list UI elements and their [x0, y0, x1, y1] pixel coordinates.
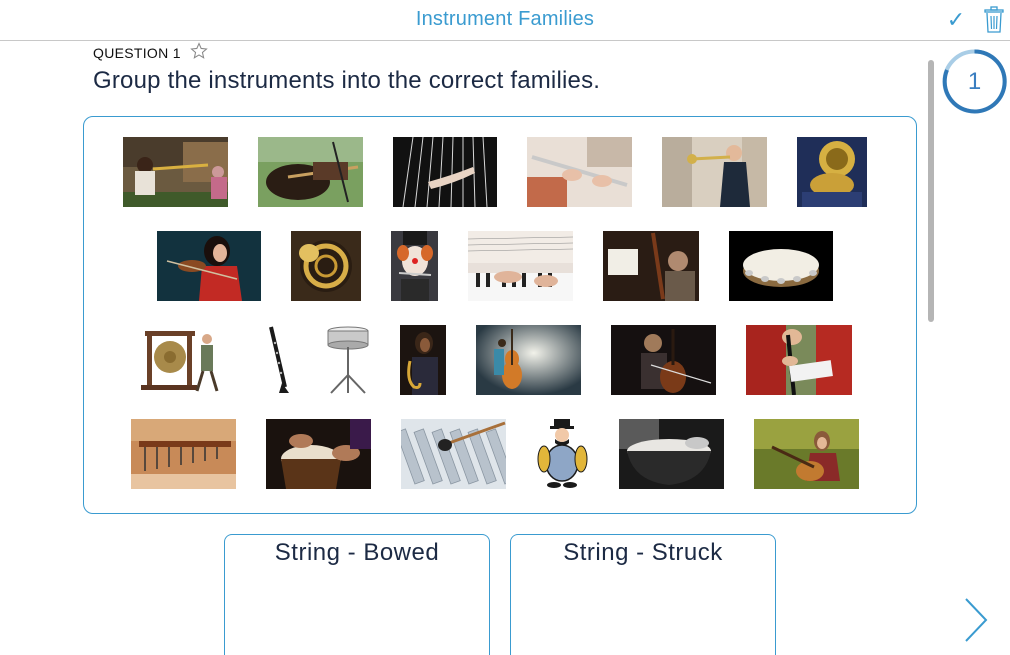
cello-photo[interactable]	[611, 325, 716, 395]
scrollbar[interactable]	[928, 60, 934, 322]
tambourine-photo[interactable]	[729, 231, 833, 301]
chevron-right-icon[interactable]	[960, 596, 992, 644]
quiz-page: Instrument Families ✓ QUESTION 1 Group t…	[0, 0, 1010, 655]
hand-drum-photo[interactable]	[266, 419, 371, 489]
cymbals-character-clipart[interactable]	[536, 419, 589, 489]
timpani-photo[interactable]	[619, 419, 724, 489]
tuba-photo[interactable]	[797, 137, 867, 207]
double-bass-illustration[interactable]	[476, 325, 581, 395]
trumpet-player-photo[interactable]	[662, 137, 767, 207]
dropzone-label: String - Bowed	[274, 539, 440, 566]
piano-keys-photo[interactable]	[468, 231, 573, 301]
question-number: QUESTION 1	[93, 45, 181, 61]
harp-photo[interactable]	[393, 137, 497, 207]
bassoon-orchestra-photo[interactable]	[603, 231, 699, 301]
gong-clipart[interactable]	[137, 325, 223, 395]
trombone-street-players-photo[interactable]	[123, 137, 228, 207]
xylophone-mallet-photo[interactable]	[401, 419, 506, 489]
saxophone-photo[interactable]	[400, 325, 446, 395]
acoustic-guitar-strumming-photo[interactable]	[258, 137, 363, 207]
clarinet-player-photo[interactable]	[746, 325, 852, 395]
top-bar: Instrument Families ✓	[0, 0, 1010, 41]
app-title: Instrument Families	[415, 8, 595, 30]
flute-photo[interactable]	[527, 137, 632, 207]
french-horn-photo[interactable]	[291, 231, 361, 301]
snare-drum-clipart[interactable]	[325, 325, 371, 395]
progress-number: 1	[967, 68, 982, 95]
guitar-girl-field-photo[interactable]	[754, 419, 859, 489]
dropzone-string-bowed[interactable]: String - Bowed	[224, 534, 490, 655]
violin-woman-photo[interactable]	[157, 231, 261, 301]
clown-flute-photo[interactable]	[391, 231, 438, 301]
star-icon[interactable]	[190, 42, 208, 60]
clarinet-clipart[interactable]	[263, 325, 293, 395]
marimba-photo[interactable]	[131, 419, 236, 489]
trash-icon[interactable]	[983, 6, 1005, 34]
question-text: Group the instruments into the correct f…	[93, 67, 601, 94]
dropzone-string-struck[interactable]: String - Struck	[510, 534, 776, 655]
check-icon[interactable]: ✓	[944, 6, 968, 34]
dropzone-label: String - Struck	[563, 539, 723, 566]
